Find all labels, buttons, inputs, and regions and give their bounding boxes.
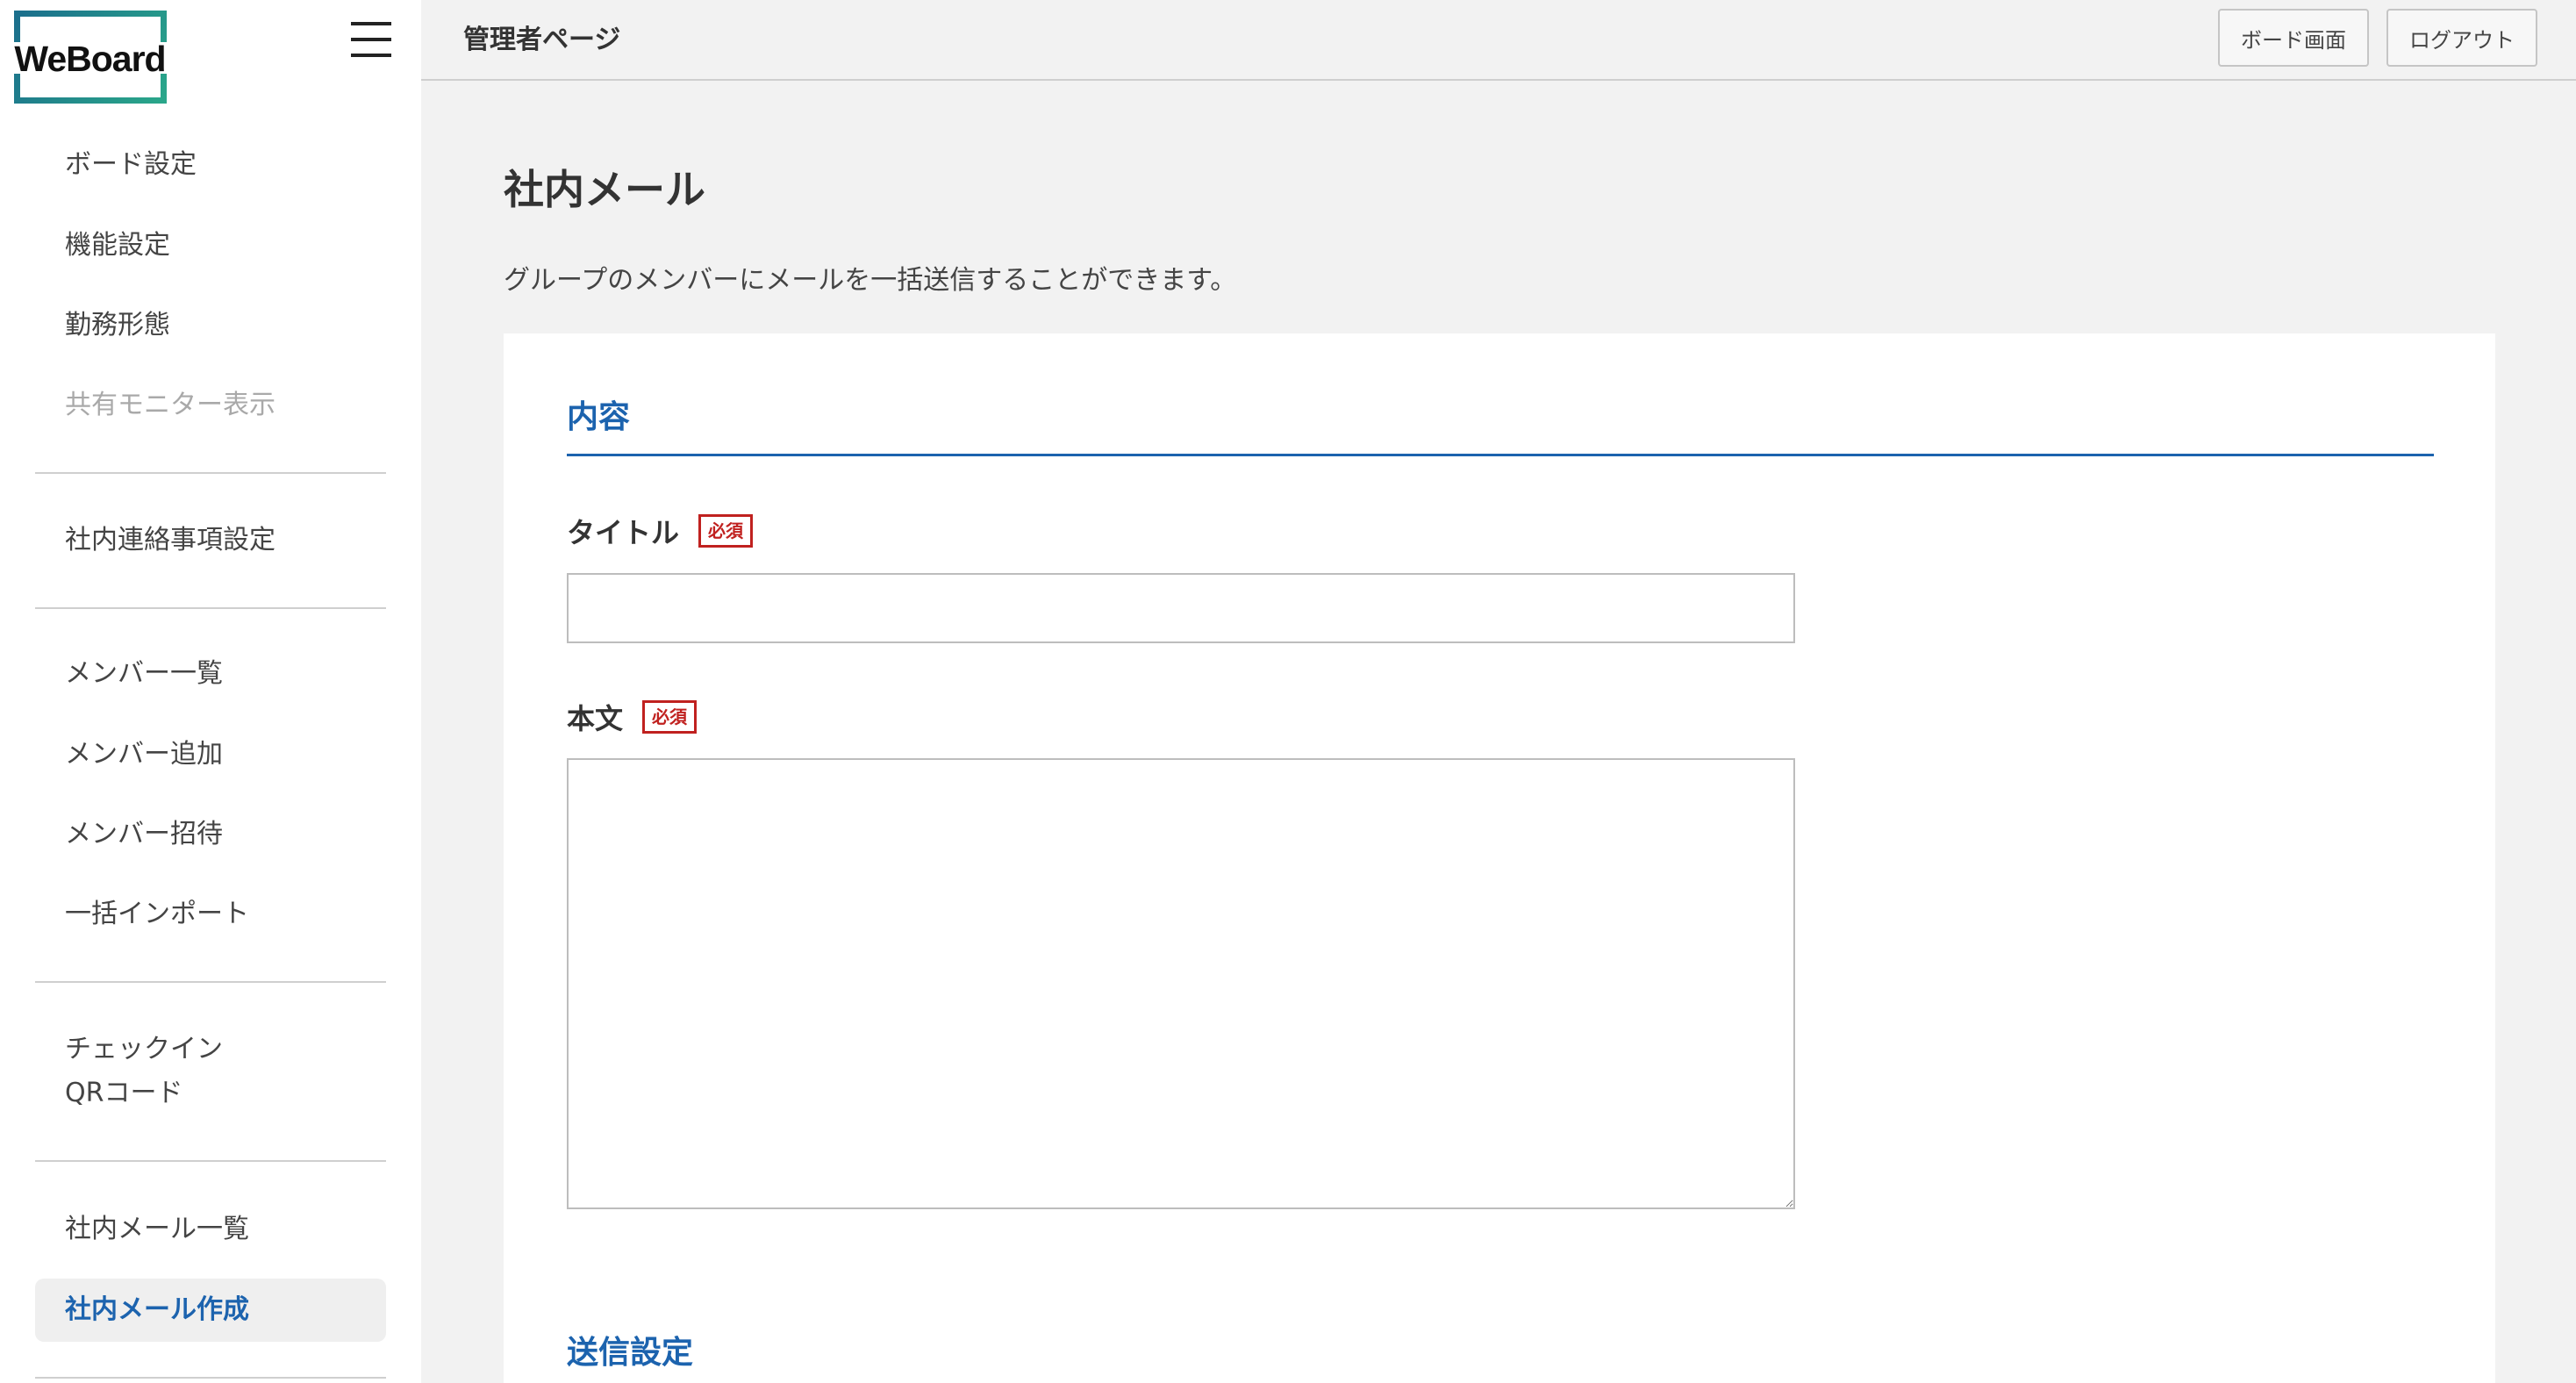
weboard-logo[interactable]: WeBoard	[0, 11, 180, 107]
header-title: 管理者ページ	[463, 25, 621, 55]
sidebar-item-shared-monitor: 共有モニター表示	[65, 390, 275, 420]
logout-button[interactable]: ログアウト	[2386, 9, 2537, 67]
content-section-heading: 内容	[567, 399, 631, 435]
sidebar-item-qr-label: QRコード	[65, 1078, 183, 1108]
sidebar: WeBoard ボード設定 機能設定 勤務形態 共有モニター表示 社内連絡事項設…	[0, 0, 421, 1383]
sidebar-item-member-list[interactable]: メンバー一覧	[65, 652, 223, 696]
title-input[interactable]	[567, 573, 1795, 643]
sidebar-item-checkin-label: チェックイン	[65, 1034, 223, 1064]
sidebar-item-member-add[interactable]: メンバー追加	[65, 733, 223, 777]
sidebar-item-work-styles[interactable]: 勤務形態	[65, 304, 170, 348]
sidebar-item-internal-notice-settings[interactable]: 社内連絡事項設定	[65, 519, 275, 563]
sidebar-item-feature-settings[interactable]: 機能設定	[65, 224, 170, 268]
sidebar-divider	[35, 472, 386, 474]
sidebar-item-internal-mail-create[interactable]: 社内メール作成	[35, 1279, 386, 1342]
sidebar-item-member-invite[interactable]: メンバー招待	[65, 813, 223, 856]
sidebar-divider	[35, 607, 386, 609]
sidebar-divider	[35, 1377, 386, 1379]
logo-text: WeBoard	[14, 39, 166, 79]
board-screen-button[interactable]: ボード画面	[2218, 9, 2369, 67]
page-title: 社内メール	[504, 166, 705, 213]
title-label-text: タイトル	[567, 516, 680, 549]
sidebar-divider	[35, 1160, 386, 1162]
page-description: グループのメンバーにメールを一括送信することができます。	[504, 265, 1237, 296]
section-underline	[567, 454, 2434, 456]
sidebar-divider	[35, 981, 386, 983]
body-label-text: 本文	[567, 702, 624, 735]
hamburger-menu-icon[interactable]	[349, 19, 393, 60]
top-header: 管理者ページ ボード画面 ログアウト	[421, 0, 2576, 81]
required-badge: 必須	[698, 514, 754, 548]
title-field-label: タイトル 必須	[567, 511, 754, 551]
sidebar-item-checkin-qr[interactable]: チェックイン QRコード	[65, 1028, 223, 1115]
send-settings-heading: 送信設定	[567, 1335, 694, 1371]
body-field-label: 本文 必須	[567, 697, 698, 737]
mail-form-card: 内容 タイトル 必須 本文 必須 送信設定	[504, 333, 2495, 1383]
sidebar-item-board-settings[interactable]: ボード設定	[65, 143, 197, 187]
required-badge: 必須	[642, 700, 698, 734]
sidebar-item-internal-mail-list[interactable]: 社内メール一覧	[65, 1207, 249, 1251]
body-textarea[interactable]	[567, 758, 1795, 1209]
sidebar-item-bulk-import[interactable]: 一括インポート	[65, 892, 249, 936]
